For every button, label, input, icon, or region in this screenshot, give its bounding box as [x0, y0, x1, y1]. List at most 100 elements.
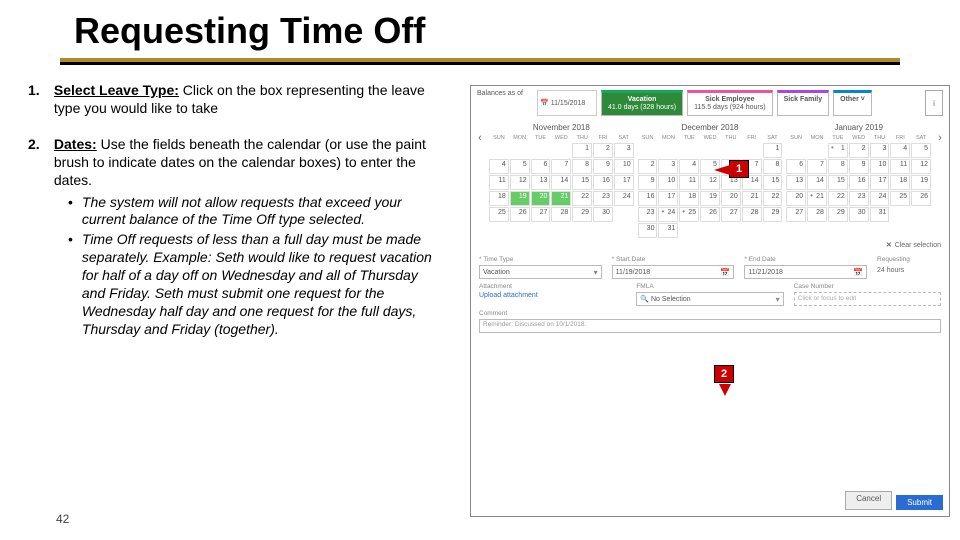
- calendar-day[interactable]: 11: [679, 175, 699, 190]
- calendar-day[interactable]: 1: [828, 143, 848, 158]
- calendar-day[interactable]: 4: [489, 159, 509, 174]
- calendar-day[interactable]: 9: [638, 175, 658, 190]
- calendar-day[interactable]: 5: [911, 143, 931, 158]
- calendar-day[interactable]: 21: [551, 191, 571, 206]
- calendar-day[interactable]: 25: [489, 207, 509, 222]
- calendar-day[interactable]: 16: [593, 175, 613, 190]
- calendar-day[interactable]: 17: [614, 175, 634, 190]
- calendar-day[interactable]: 27: [531, 207, 551, 222]
- calendar-day[interactable]: 22: [828, 191, 848, 206]
- calendar-day[interactable]: 15: [572, 175, 592, 190]
- case-number-input[interactable]: Click or focus to edit: [794, 292, 941, 306]
- calendar-day[interactable]: 28: [807, 207, 827, 222]
- leave-tile-other[interactable]: Other ˅: [833, 90, 872, 116]
- start-date-input[interactable]: 11/19/2018📅: [612, 265, 735, 279]
- calendar-day[interactable]: 6: [786, 159, 806, 174]
- calendar-day[interactable]: 26: [911, 191, 931, 206]
- calendar-day[interactable]: 24: [614, 191, 634, 206]
- calendar-day[interactable]: 23: [638, 207, 658, 222]
- calendar-day[interactable]: 4: [679, 159, 699, 174]
- calendar-day[interactable]: 2: [593, 143, 613, 158]
- calendar-day[interactable]: 16: [849, 175, 869, 190]
- clear-selection-link[interactable]: ✕Clear selection: [471, 238, 949, 252]
- leave-tile-vacation[interactable]: Vacation 41.0 days (328 hours): [601, 90, 683, 116]
- leave-tile-sick-family[interactable]: Sick Family: [777, 90, 830, 116]
- upload-attachment-link[interactable]: Upload attachment: [479, 292, 626, 299]
- calendar-day[interactable]: 23: [849, 191, 869, 206]
- calendar-day[interactable]: 19: [700, 191, 720, 206]
- calendar-day[interactable]: 12: [510, 175, 530, 190]
- prev-month-button[interactable]: ‹: [475, 120, 485, 238]
- calendar-day[interactable]: 4: [890, 143, 910, 158]
- calendar-day[interactable]: 27: [721, 207, 741, 222]
- calendar-day[interactable]: 26: [510, 207, 530, 222]
- calendar-day[interactable]: 24: [658, 207, 678, 222]
- calendar-day[interactable]: 3: [870, 143, 890, 158]
- calendar-day[interactable]: 18: [890, 175, 910, 190]
- calendar-day[interactable]: 20: [721, 191, 741, 206]
- calendar-day[interactable]: 15: [763, 175, 783, 190]
- calendar-day[interactable]: 6: [531, 159, 551, 174]
- calendar-day[interactable]: 3: [614, 143, 634, 158]
- calendar-day[interactable]: 19: [911, 175, 931, 190]
- calendar-day[interactable]: 28: [551, 207, 571, 222]
- calendar-day[interactable]: 31: [658, 223, 678, 238]
- fmla-select[interactable]: 🔍 No Selection▾: [636, 292, 783, 306]
- calendar-day[interactable]: 19: [510, 191, 530, 206]
- calendar-day[interactable]: 17: [870, 175, 890, 190]
- calendar-day[interactable]: 18: [489, 191, 509, 206]
- calendar-day[interactable]: 1: [572, 143, 592, 158]
- calendar-day[interactable]: 29: [763, 207, 783, 222]
- calendar-day[interactable]: 30: [593, 207, 613, 222]
- calendar-day[interactable]: 23: [593, 191, 613, 206]
- submit-button[interactable]: Submit: [896, 495, 943, 510]
- balances-date-input[interactable]: 📅 11/15/2018: [537, 90, 597, 116]
- calendar-day[interactable]: 2: [849, 143, 869, 158]
- calendar-day[interactable]: 7: [551, 159, 571, 174]
- calendar-day[interactable]: 12: [700, 175, 720, 190]
- comment-input[interactable]: Reminder: Discussed on 10/1/2018.: [479, 319, 941, 333]
- calendar-day[interactable]: 21: [742, 191, 762, 206]
- calendar-day[interactable]: 8: [828, 159, 848, 174]
- calendar-day[interactable]: 21: [807, 191, 827, 206]
- calendar-day[interactable]: 2: [638, 159, 658, 174]
- cancel-button[interactable]: Cancel: [845, 491, 892, 510]
- calendar-day[interactable]: 30: [849, 207, 869, 222]
- calendar-day[interactable]: 12: [911, 159, 931, 174]
- calendar-day[interactable]: 28: [742, 207, 762, 222]
- calendar-day[interactable]: 9: [593, 159, 613, 174]
- calendar-day[interactable]: 13: [531, 175, 551, 190]
- calendar-day[interactable]: 7: [807, 159, 827, 174]
- time-type-select[interactable]: Vacation▾: [479, 265, 602, 279]
- end-date-input[interactable]: 11/21/2018📅: [744, 265, 867, 279]
- calendar-day[interactable]: 24: [870, 191, 890, 206]
- calendar-day[interactable]: 5: [510, 159, 530, 174]
- calendar-day[interactable]: 1: [763, 143, 783, 158]
- calendar-day[interactable]: 20: [786, 191, 806, 206]
- calendar-day[interactable]: 10: [870, 159, 890, 174]
- calendar-day[interactable]: 9: [849, 159, 869, 174]
- calendar-day[interactable]: 22: [572, 191, 592, 206]
- calendar-day[interactable]: 11: [489, 175, 509, 190]
- calendar-day[interactable]: 3: [658, 159, 678, 174]
- calendar-day[interactable]: 11: [890, 159, 910, 174]
- calendar-day[interactable]: 29: [572, 207, 592, 222]
- calendar-day[interactable]: 25: [679, 207, 699, 222]
- calendar-day[interactable]: 13: [786, 175, 806, 190]
- calendar-day[interactable]: 29: [828, 207, 848, 222]
- calendar-day[interactable]: 14: [807, 175, 827, 190]
- next-month-button[interactable]: ›: [935, 120, 945, 238]
- calendar-day[interactable]: 30: [638, 223, 658, 238]
- calendar-day[interactable]: 10: [614, 159, 634, 174]
- calendar-day[interactable]: 8: [572, 159, 592, 174]
- calendar-day[interactable]: 10: [658, 175, 678, 190]
- calendar-day[interactable]: 15: [828, 175, 848, 190]
- calendar-day[interactable]: 8: [763, 159, 783, 174]
- calendar-day[interactable]: 27: [786, 207, 806, 222]
- calendar-day[interactable]: 25: [890, 191, 910, 206]
- leave-tile-sick-employee[interactable]: Sick Employee 115.5 days (924 hours): [687, 90, 772, 116]
- info-icon[interactable]: i: [925, 90, 943, 116]
- calendar-day[interactable]: 31: [870, 207, 890, 222]
- calendar-day[interactable]: 22: [763, 191, 783, 206]
- calendar-day[interactable]: 14: [551, 175, 571, 190]
